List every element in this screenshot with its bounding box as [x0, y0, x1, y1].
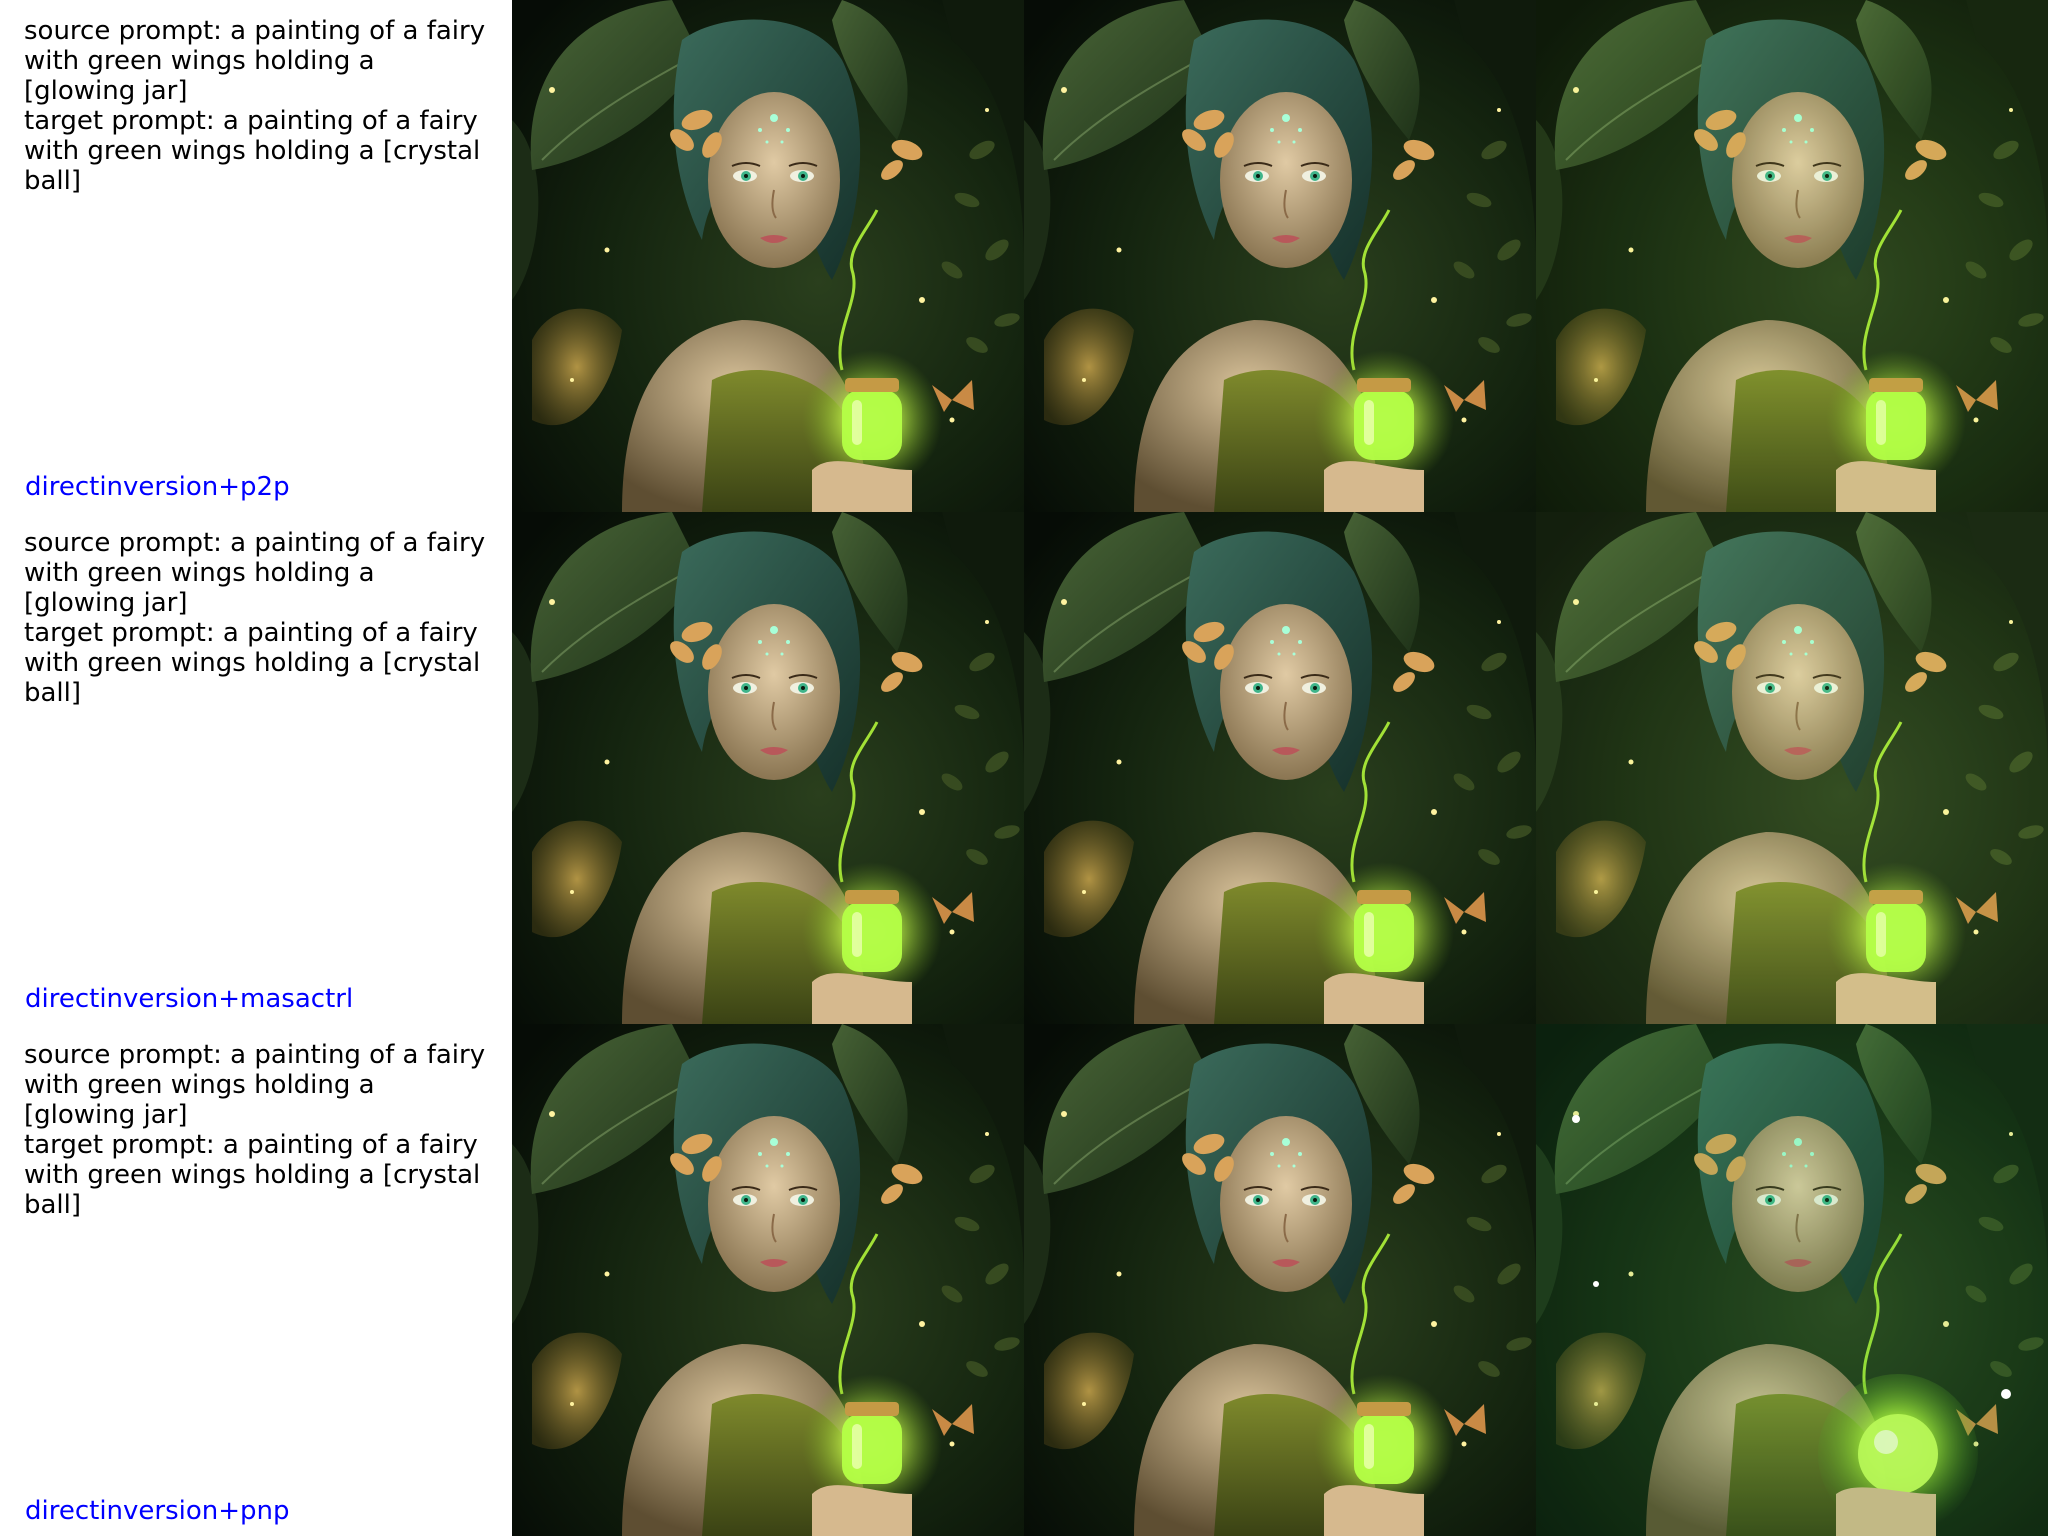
fairy-edited-image: [1536, 1024, 2048, 1536]
comparison-grid: source prompt: a painting of a fairy wit…: [0, 0, 2048, 1536]
comparison-row: source prompt: a painting of a fairy wit…: [0, 0, 2048, 512]
prompt-text: source prompt: a painting of a fairy wit…: [24, 16, 494, 196]
fairy-source-image: [512, 512, 1024, 1024]
source-prompt: source prompt: a painting of a fairy wit…: [24, 16, 486, 106]
target-prompt: target prompt: a painting of a fairy wit…: [24, 1130, 481, 1220]
target-prompt: target prompt: a painting of a fairy wit…: [24, 618, 481, 708]
source-prompt: source prompt: a painting of a fairy wit…: [24, 528, 486, 618]
fairy-edited-image: [1536, 512, 2048, 1024]
fairy-reconstruction-image: [1024, 1024, 1536, 1536]
prompt-panel: source prompt: a painting of a fairy wit…: [0, 512, 512, 1024]
prompt-text: source prompt: a painting of a fairy wit…: [24, 1040, 494, 1220]
comparison-row: source prompt: a painting of a fairy wit…: [0, 1024, 2048, 1536]
prompt-panel: source prompt: a painting of a fairy wit…: [0, 0, 512, 512]
method-label: directinversion+masactrl: [25, 984, 354, 1014]
fairy-reconstruction-image: [1024, 0, 1536, 512]
fairy-source-image: [512, 1024, 1024, 1536]
fairy-reconstruction-image: [1024, 512, 1536, 1024]
fairy-source-image: [512, 0, 1024, 512]
method-label: directinversion+p2p: [25, 472, 290, 502]
source-prompt: source prompt: a painting of a fairy wit…: [24, 1040, 486, 1130]
prompt-text: source prompt: a painting of a fairy wit…: [24, 528, 494, 708]
prompt-panel: source prompt: a painting of a fairy wit…: [0, 1024, 512, 1536]
target-prompt: target prompt: a painting of a fairy wit…: [24, 106, 481, 196]
comparison-row: source prompt: a painting of a fairy wit…: [0, 512, 2048, 1024]
method-label: directinversion+pnp: [25, 1496, 290, 1526]
fairy-edited-image: [1536, 0, 2048, 512]
